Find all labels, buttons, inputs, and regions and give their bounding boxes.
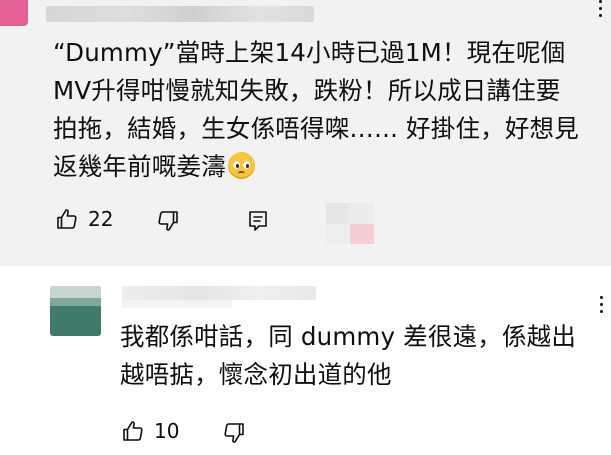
comment-text-body: “Dummy”當時上架14小時已過1M！現在呢個 MV升得咁慢就知失敗，跌粉！所… — [53, 38, 579, 181]
thumbs-up-icon[interactable] — [120, 418, 146, 444]
more-vert-icon[interactable] — [596, 296, 606, 320]
thumbs-down-icon[interactable] — [221, 420, 247, 446]
comment-actions: 22 — [54, 206, 113, 232]
username-redacted — [122, 286, 316, 300]
thumbs-down-icon[interactable] — [155, 208, 181, 234]
pleading-face-emoji — [227, 152, 255, 179]
redacted-area — [326, 203, 350, 225]
comment-text: “Dummy”當時上架14小時已過1M！現在呢個 MV升得咁慢就知失敗，跌粉！所… — [53, 34, 598, 186]
username-redacted — [122, 300, 232, 308]
avatar[interactable] — [0, 0, 28, 26]
comment-actions: 10 — [120, 418, 179, 444]
comment-text: 我都係咁話，同 dummy 差很遠，係越出 越唔掂，懷念初出道的他 — [120, 322, 577, 389]
avatar[interactable] — [50, 286, 101, 336]
redacted-area — [350, 224, 374, 244]
comments-screenshot: “Dummy”當時上架14小時已過1M！現在呢個 MV升得咁慢就知失敗，跌粉！所… — [0, 0, 611, 455]
username-redacted — [46, 6, 314, 22]
more-vert-icon[interactable] — [595, 0, 605, 22]
like-count: 22 — [88, 207, 114, 231]
reply-icon[interactable] — [245, 208, 271, 234]
redacted-area — [348, 203, 374, 225]
redacted-area — [326, 224, 350, 244]
comment-thread-top: “Dummy”當時上架14小時已過1M！現在呢個 MV升得咁慢就知失敗，跌粉！所… — [0, 0, 611, 266]
like-count: 10 — [154, 419, 180, 443]
thumbs-up-icon[interactable] — [54, 206, 80, 232]
